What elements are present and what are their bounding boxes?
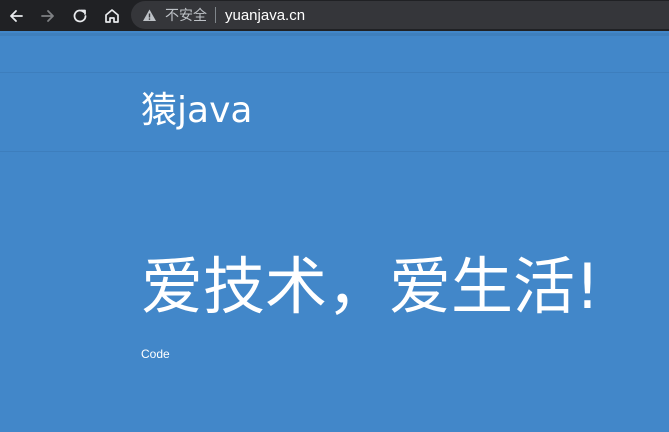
page-content: 猿java 爱技术，爱生活! Code <box>0 31 669 432</box>
home-button[interactable] <box>96 0 128 31</box>
forward-button[interactable] <box>32 0 64 31</box>
hero-subtitle: Code <box>141 347 170 361</box>
hero-title: 爱技术，爱生活! <box>141 250 600 323</box>
browser-toolbar: 不安全 yuanjava.cn <box>0 0 669 31</box>
site-brand-link[interactable]: 猿java <box>141 89 252 133</box>
url-text[interactable]: yuanjava.cn <box>225 7 305 24</box>
forward-arrow-icon <box>41 9 54 22</box>
warning-triangle-icon[interactable] <box>142 8 157 23</box>
reload-button[interactable] <box>64 0 96 31</box>
reload-icon <box>73 9 87 22</box>
security-status-label[interactable]: 不安全 <box>165 5 207 25</box>
home-icon <box>105 8 119 23</box>
address-bar[interactable]: 不安全 yuanjava.cn <box>131 1 669 29</box>
omnibox-divider <box>215 7 216 23</box>
back-button[interactable] <box>0 0 32 31</box>
top-shade-strip <box>0 33 669 36</box>
back-arrow-icon <box>10 9 23 22</box>
site-navbar: 猿java <box>0 72 669 152</box>
